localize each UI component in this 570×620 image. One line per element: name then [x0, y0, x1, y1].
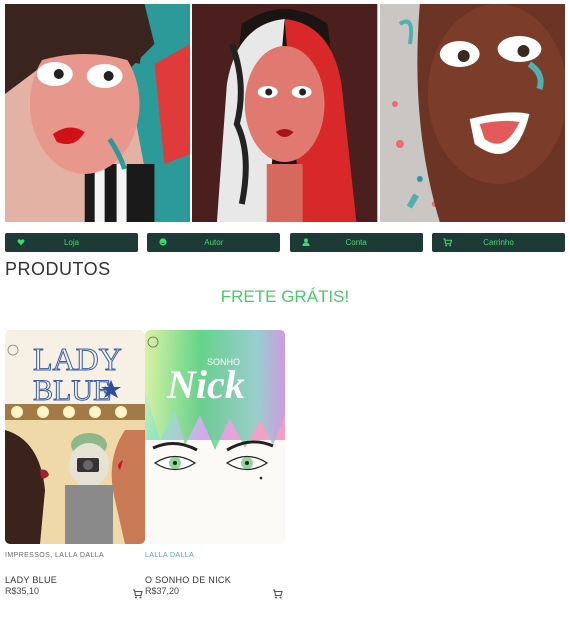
heart-icon: [16, 237, 26, 247]
hero-illustration-1: [5, 4, 191, 222]
category-link[interactable]: LALLA DALLA: [55, 552, 104, 559]
product-name[interactable]: LADY BLUE: [5, 575, 145, 585]
nav-button-loja[interactable]: Loja: [5, 233, 138, 252]
add-to-cart-icon[interactable]: [272, 586, 283, 599]
product-cover[interactable]: LADY BLUE: [5, 330, 145, 544]
product-price: R$35,10: [5, 586, 40, 596]
category-link[interactable]: IMPRESSOS: [5, 552, 50, 559]
nav-button-autor[interactable]: Autor: [147, 233, 281, 252]
free-shipping-banner: FRETE GRÁTIS!: [220, 287, 350, 306]
add-to-cart-icon[interactable]: [132, 586, 143, 599]
category-link[interactable]: LALLA DALLA: [145, 552, 194, 559]
user-icon: [301, 237, 311, 247]
nav-button-conta[interactable]: Conta: [289, 233, 423, 252]
product-cover[interactable]: SONHO Nick: [145, 330, 285, 544]
category-separator: ,: [50, 552, 53, 559]
smile-icon: [158, 237, 168, 247]
hero-illustration-3: [379, 4, 565, 222]
main-nav: Loja Autor Conta Carrinho: [5, 233, 565, 252]
nav-button-carrinho[interactable]: Carrinho: [431, 233, 565, 252]
product-categories: IMPRESSOS, LALLA DALLA: [5, 552, 145, 562]
page-title: PRODUTOS: [5, 259, 111, 279]
cover-title-line2: BLUE: [33, 374, 111, 407]
cart-icon: [443, 237, 453, 247]
hero-banner: [5, 4, 565, 222]
cover-title-big: Nick: [166, 362, 245, 407]
product-card-lady-blue[interactable]: LADY BLUE IMPRESSOS, LALLA DALLA LADY BL…: [5, 330, 145, 599]
cover-title-line1: LADY: [33, 341, 122, 377]
product-price: R$37,20: [145, 586, 180, 596]
product-categories: LALLA DALLA: [145, 552, 285, 562]
product-card-o-sonho-de-nick[interactable]: SONHO Nick LALLA DALLA O SONHO DE NICK R…: [145, 330, 285, 599]
hero-illustration-2: [192, 4, 378, 222]
product-name[interactable]: O SONHO DE NICK: [145, 575, 285, 585]
